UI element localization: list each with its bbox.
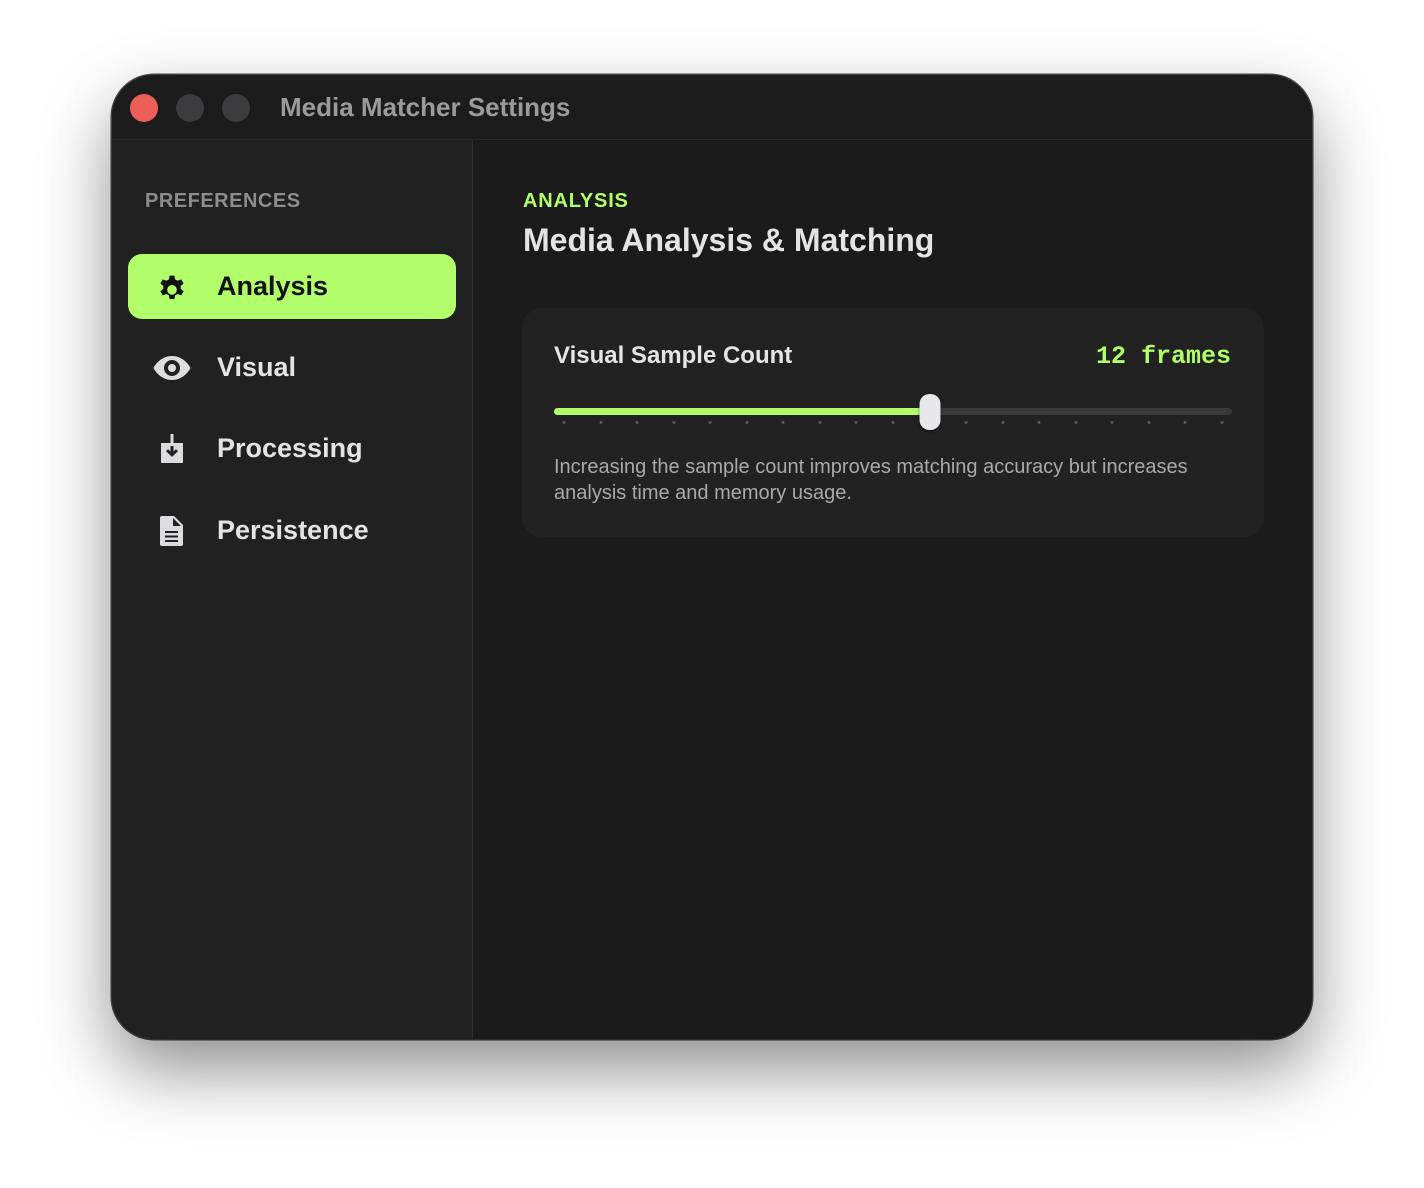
settings-window: Media Matcher Settings PREFERENCES Analy… xyxy=(112,75,1312,1039)
sidebar-item-persistence[interactable]: Persistence xyxy=(128,498,456,563)
slider-tick xyxy=(599,421,603,424)
setting-value: 12 frames xyxy=(1095,342,1231,371)
slider-tick xyxy=(854,421,858,424)
slider-tick xyxy=(562,421,566,424)
slider-tick xyxy=(1110,421,1114,424)
slider-tick xyxy=(1183,421,1187,424)
slider-tick xyxy=(708,421,712,424)
slider-tick xyxy=(1001,421,1005,424)
sidebar-item-label: Processing xyxy=(217,433,363,463)
sidebar-item-label: Persistence xyxy=(217,515,369,545)
setting-label: Visual Sample Count xyxy=(554,342,793,369)
zoom-window-button[interactable] xyxy=(222,94,250,122)
sidebar-item-label: Visual xyxy=(217,352,297,382)
slider-tick xyxy=(1037,421,1041,424)
slider-tick xyxy=(1220,421,1224,424)
window-title: Media Matcher Settings xyxy=(280,92,571,122)
sidebar: PREFERENCES Analysis Visual Processing P… xyxy=(112,140,473,1039)
sidebar-item-processing[interactable]: Processing xyxy=(128,416,456,481)
slider-tick xyxy=(964,421,968,424)
close-window-button[interactable] xyxy=(130,94,158,122)
document-icon xyxy=(152,511,192,551)
slider-thumb[interactable] xyxy=(919,394,941,430)
slider-tick xyxy=(672,421,676,424)
title-bar: Media Matcher Settings xyxy=(112,75,1312,140)
setting-card: Visual Sample Count 12 frames Increasing… xyxy=(522,308,1264,537)
slider-tick xyxy=(891,421,895,424)
gear-icon xyxy=(152,267,192,307)
slider-tick xyxy=(781,421,785,424)
eye-icon xyxy=(152,348,192,388)
slider-tick xyxy=(745,421,749,424)
download-tray-icon xyxy=(152,429,192,469)
slider-fill xyxy=(554,408,930,415)
section-eyebrow: ANALYSIS xyxy=(523,190,629,212)
slider-tick xyxy=(1147,421,1151,424)
slider-tick xyxy=(818,421,822,424)
sidebar-item-label: Analysis xyxy=(217,271,329,301)
page-title: Media Analysis & Matching xyxy=(523,222,935,258)
sidebar-header: PREFERENCES xyxy=(145,190,301,212)
main-content: ANALYSIS Media Analysis & Matching Visua… xyxy=(474,140,1312,1039)
sample-count-slider[interactable] xyxy=(554,394,1232,442)
sidebar-item-analysis[interactable]: Analysis xyxy=(128,254,456,319)
setting-description: Increasing the sample count improves mat… xyxy=(554,456,1188,504)
minimize-window-button[interactable] xyxy=(176,94,204,122)
slider-tick xyxy=(1074,421,1078,424)
slider-tick xyxy=(635,421,639,424)
sidebar-item-visual[interactable]: Visual xyxy=(128,335,456,400)
